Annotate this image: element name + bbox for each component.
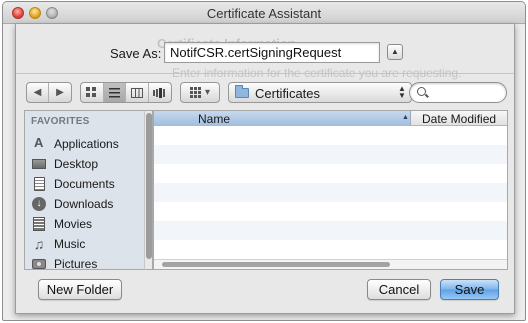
sidebar-scrollbar[interactable] — [144, 110, 153, 270]
documents-icon — [33, 177, 45, 191]
sidebar-item-label: Desktop — [54, 157, 99, 171]
downloads-icon: ↓ — [32, 197, 46, 211]
window-title: Certificate Assistant — [206, 6, 322, 21]
save-as-label: Save As: — [110, 46, 162, 61]
popup-arrows-icon: ▲▼ — [398, 84, 406, 100]
sidebar-item-label: Applications — [54, 137, 119, 151]
list-view-button[interactable] — [103, 83, 126, 102]
name-column-header[interactable]: Name ▲ — [154, 111, 411, 126]
column-view-button[interactable] — [126, 83, 149, 102]
cover-flow-view-button[interactable] — [149, 83, 171, 102]
save-sheet: Certificate Information Enter informatio… — [15, 24, 515, 314]
sidebar-item-documents[interactable]: Documents — [32, 175, 115, 193]
save-as-field[interactable] — [164, 42, 380, 63]
sidebar-item-music[interactable]: ♫ Music — [32, 235, 86, 253]
icon-view-icon — [86, 87, 97, 97]
title-bar: Certificate Assistant — [3, 2, 525, 24]
sidebar-item-desktop[interactable]: Desktop — [32, 155, 98, 173]
sort-ascending-icon: ▲ — [402, 114, 409, 121]
back-button[interactable]: ◀ — [27, 83, 49, 102]
grid-icon — [189, 87, 201, 98]
pictures-icon — [32, 259, 46, 269]
sidebar-item-label: Documents — [54, 177, 115, 191]
file-list: Name ▲ Date Modified — [153, 110, 508, 270]
forward-button[interactable]: ▶ — [49, 83, 71, 102]
date-modified-column-header[interactable]: Date Modified — [422, 112, 496, 126]
arrange-menu-button[interactable]: ▾ — [180, 82, 220, 103]
name-column-label: Name — [198, 112, 231, 126]
sidebar-item-label: Pictures — [54, 257, 98, 270]
location-label: Certificates — [255, 86, 321, 101]
sidebar-item-movies[interactable]: Movies — [32, 215, 92, 233]
horizontal-scroll-thumb[interactable] — [162, 262, 390, 267]
navigation-control: ◀ ▶ — [26, 82, 72, 103]
sidebar-item-applications[interactable]: Applications — [32, 135, 119, 153]
back-arrow-icon: ◀ — [33, 87, 42, 98]
sidebar: FAVORITES Applications Desktop Documents… — [24, 110, 145, 270]
new-folder-button[interactable]: New Folder — [38, 279, 122, 300]
file-list-body[interactable] — [154, 126, 507, 269]
column-view-icon — [130, 87, 143, 98]
expand-dialog-button[interactable]: ▲ — [387, 44, 403, 60]
cancel-button[interactable]: Cancel — [367, 279, 431, 300]
save-button[interactable]: Save — [440, 279, 499, 300]
list-view-icon — [108, 87, 120, 97]
favorites-header: FAVORITES — [31, 116, 90, 127]
chevron-up-icon: ▲ — [391, 47, 399, 56]
desktop-icon — [32, 159, 46, 169]
folder-icon — [235, 85, 249, 98]
icon-view-button[interactable] — [81, 83, 104, 102]
cover-flow-icon — [153, 87, 166, 98]
sidebar-item-label: Music — [54, 237, 86, 251]
location-popup[interactable]: Certificates ▲▼ — [228, 82, 412, 103]
search-field[interactable] — [409, 82, 507, 103]
horizontal-scrollbar[interactable] — [154, 259, 507, 269]
sidebar-item-pictures[interactable]: Pictures — [32, 255, 98, 270]
certificate-assistant-window: Certificate Assistant Certificate Inform… — [2, 1, 526, 321]
music-icon: ♫ — [33, 236, 45, 252]
forward-arrow-icon: ▶ — [56, 87, 64, 98]
applications-icon — [32, 135, 46, 151]
movies-icon — [33, 217, 45, 231]
sidebar-item-label: Movies — [54, 217, 93, 231]
search-icon — [417, 87, 426, 96]
sidebar-scroll-thumb[interactable] — [146, 113, 152, 259]
list-header: Name ▲ Date Modified — [154, 111, 507, 126]
sidebar-item-downloads[interactable]: ↓ Downloads — [32, 195, 113, 213]
sidebar-item-label: Downloads — [54, 197, 114, 211]
view-mode-control — [80, 82, 172, 103]
toolbar-divider — [16, 73, 514, 74]
chevron-down-icon: ▾ — [204, 87, 211, 98]
